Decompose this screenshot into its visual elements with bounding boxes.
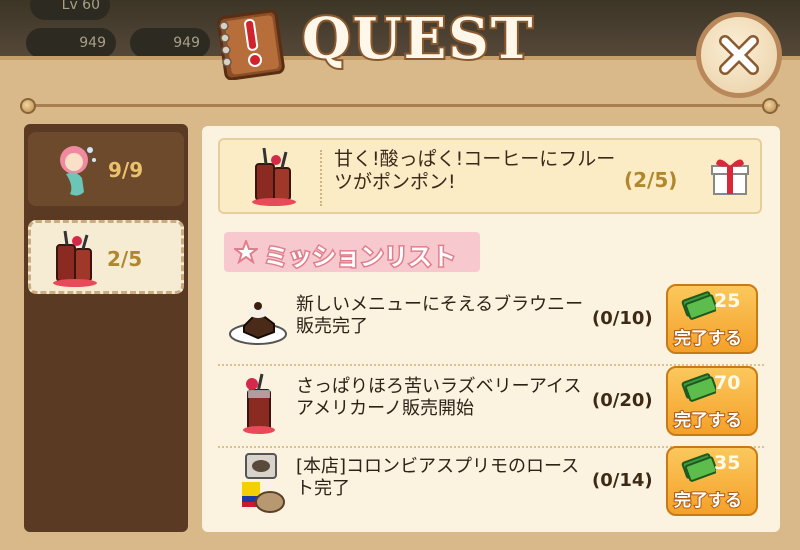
rivet-icon (762, 98, 778, 114)
star-icon (234, 240, 258, 264)
mission-text: 新しいメニューにそえるブラウニー販売完了 (296, 294, 584, 337)
mission-progress: (0/14) (592, 470, 653, 491)
complete-label: 完了する (673, 490, 743, 512)
sidebar-tab-fruit-coffee[interactable]: 2/5 (28, 220, 184, 294)
mission-row: さっぱりほろ苦いラズベリーアイスアメリカーノ販売開始 (0/20) 70 完了す… (218, 366, 764, 448)
mission-progress: (0/10) (592, 308, 653, 329)
reward-amount: 25 (714, 290, 741, 312)
mission-text: さっぱりほろ苦いラズベリーアイスアメリカーノ販売開始 (296, 376, 582, 419)
mission-list-title: ミッションリスト (263, 242, 458, 273)
complete-mission-button[interactable]: 70 完了する (666, 366, 758, 436)
sidebar-tab-mermaid[interactable]: 9/9 (28, 132, 184, 206)
mission-row: [本店]コロンビアスプリモのロースト完了 (0/14) 35 完了する (218, 446, 764, 522)
close-button[interactable] (696, 12, 782, 98)
quest-category-sidebar: 9/9 2/5 (24, 124, 188, 532)
panel-divider (20, 104, 780, 107)
fruit-coffee-icon (252, 147, 296, 206)
complete-label: 完了する (673, 410, 743, 432)
sidebar-tab-count: 2/5 (107, 247, 143, 271)
raspberry-iced-americano-icon (243, 373, 275, 434)
cash-icon (681, 373, 716, 402)
page-title: QUEST (300, 4, 535, 74)
brownie-plate-icon (229, 302, 287, 345)
background-level-pill: Lv 60 (30, 0, 110, 20)
current-quest-card: 甘く!酸っぱく!コーヒーにフルーツがポンポン! (2/5) (218, 138, 762, 214)
background-stat-pill: 949 (130, 28, 210, 58)
complete-mission-button[interactable]: 25 完了する (666, 284, 758, 354)
complete-label: 完了する (673, 328, 743, 350)
mission-list-header: ミッションリスト (224, 232, 480, 273)
reward-amount: 35 (714, 452, 741, 474)
cash-icon (681, 291, 716, 320)
rivet-icon (20, 98, 36, 114)
quest-card-divider (320, 150, 322, 206)
mission-row: 新しいメニューにそえるブラウニー販売完了 (0/10) 25 完了する (218, 284, 764, 366)
sidebar-tab-count: 9/9 (108, 158, 144, 182)
quest-title: 甘く!酸っぱく!コーヒーにフルーツがポンポン! (334, 148, 616, 193)
quest-book-icon (217, 9, 285, 80)
background-stat-pill: 949 (26, 28, 116, 58)
cash-icon (681, 453, 716, 482)
gift-box-icon[interactable] (708, 154, 752, 198)
close-icon (719, 35, 759, 75)
mermaid-icon (60, 146, 96, 196)
fruit-coffee-icon (53, 230, 97, 287)
quest-content: 甘く!酸っぱく!コーヒーにフルーツがポンポン! (2/5) ミッションリスト 新… (202, 126, 780, 532)
quest-progress: (2/5) (624, 168, 678, 192)
mission-progress: (0/20) (592, 390, 653, 411)
coffee-bean-sack-icon (242, 453, 285, 513)
mission-text: [本店]コロンビアスプリモのロースト完了 (296, 456, 580, 499)
reward-amount: 70 (714, 372, 741, 394)
complete-mission-button[interactable]: 35 完了する (666, 446, 758, 516)
